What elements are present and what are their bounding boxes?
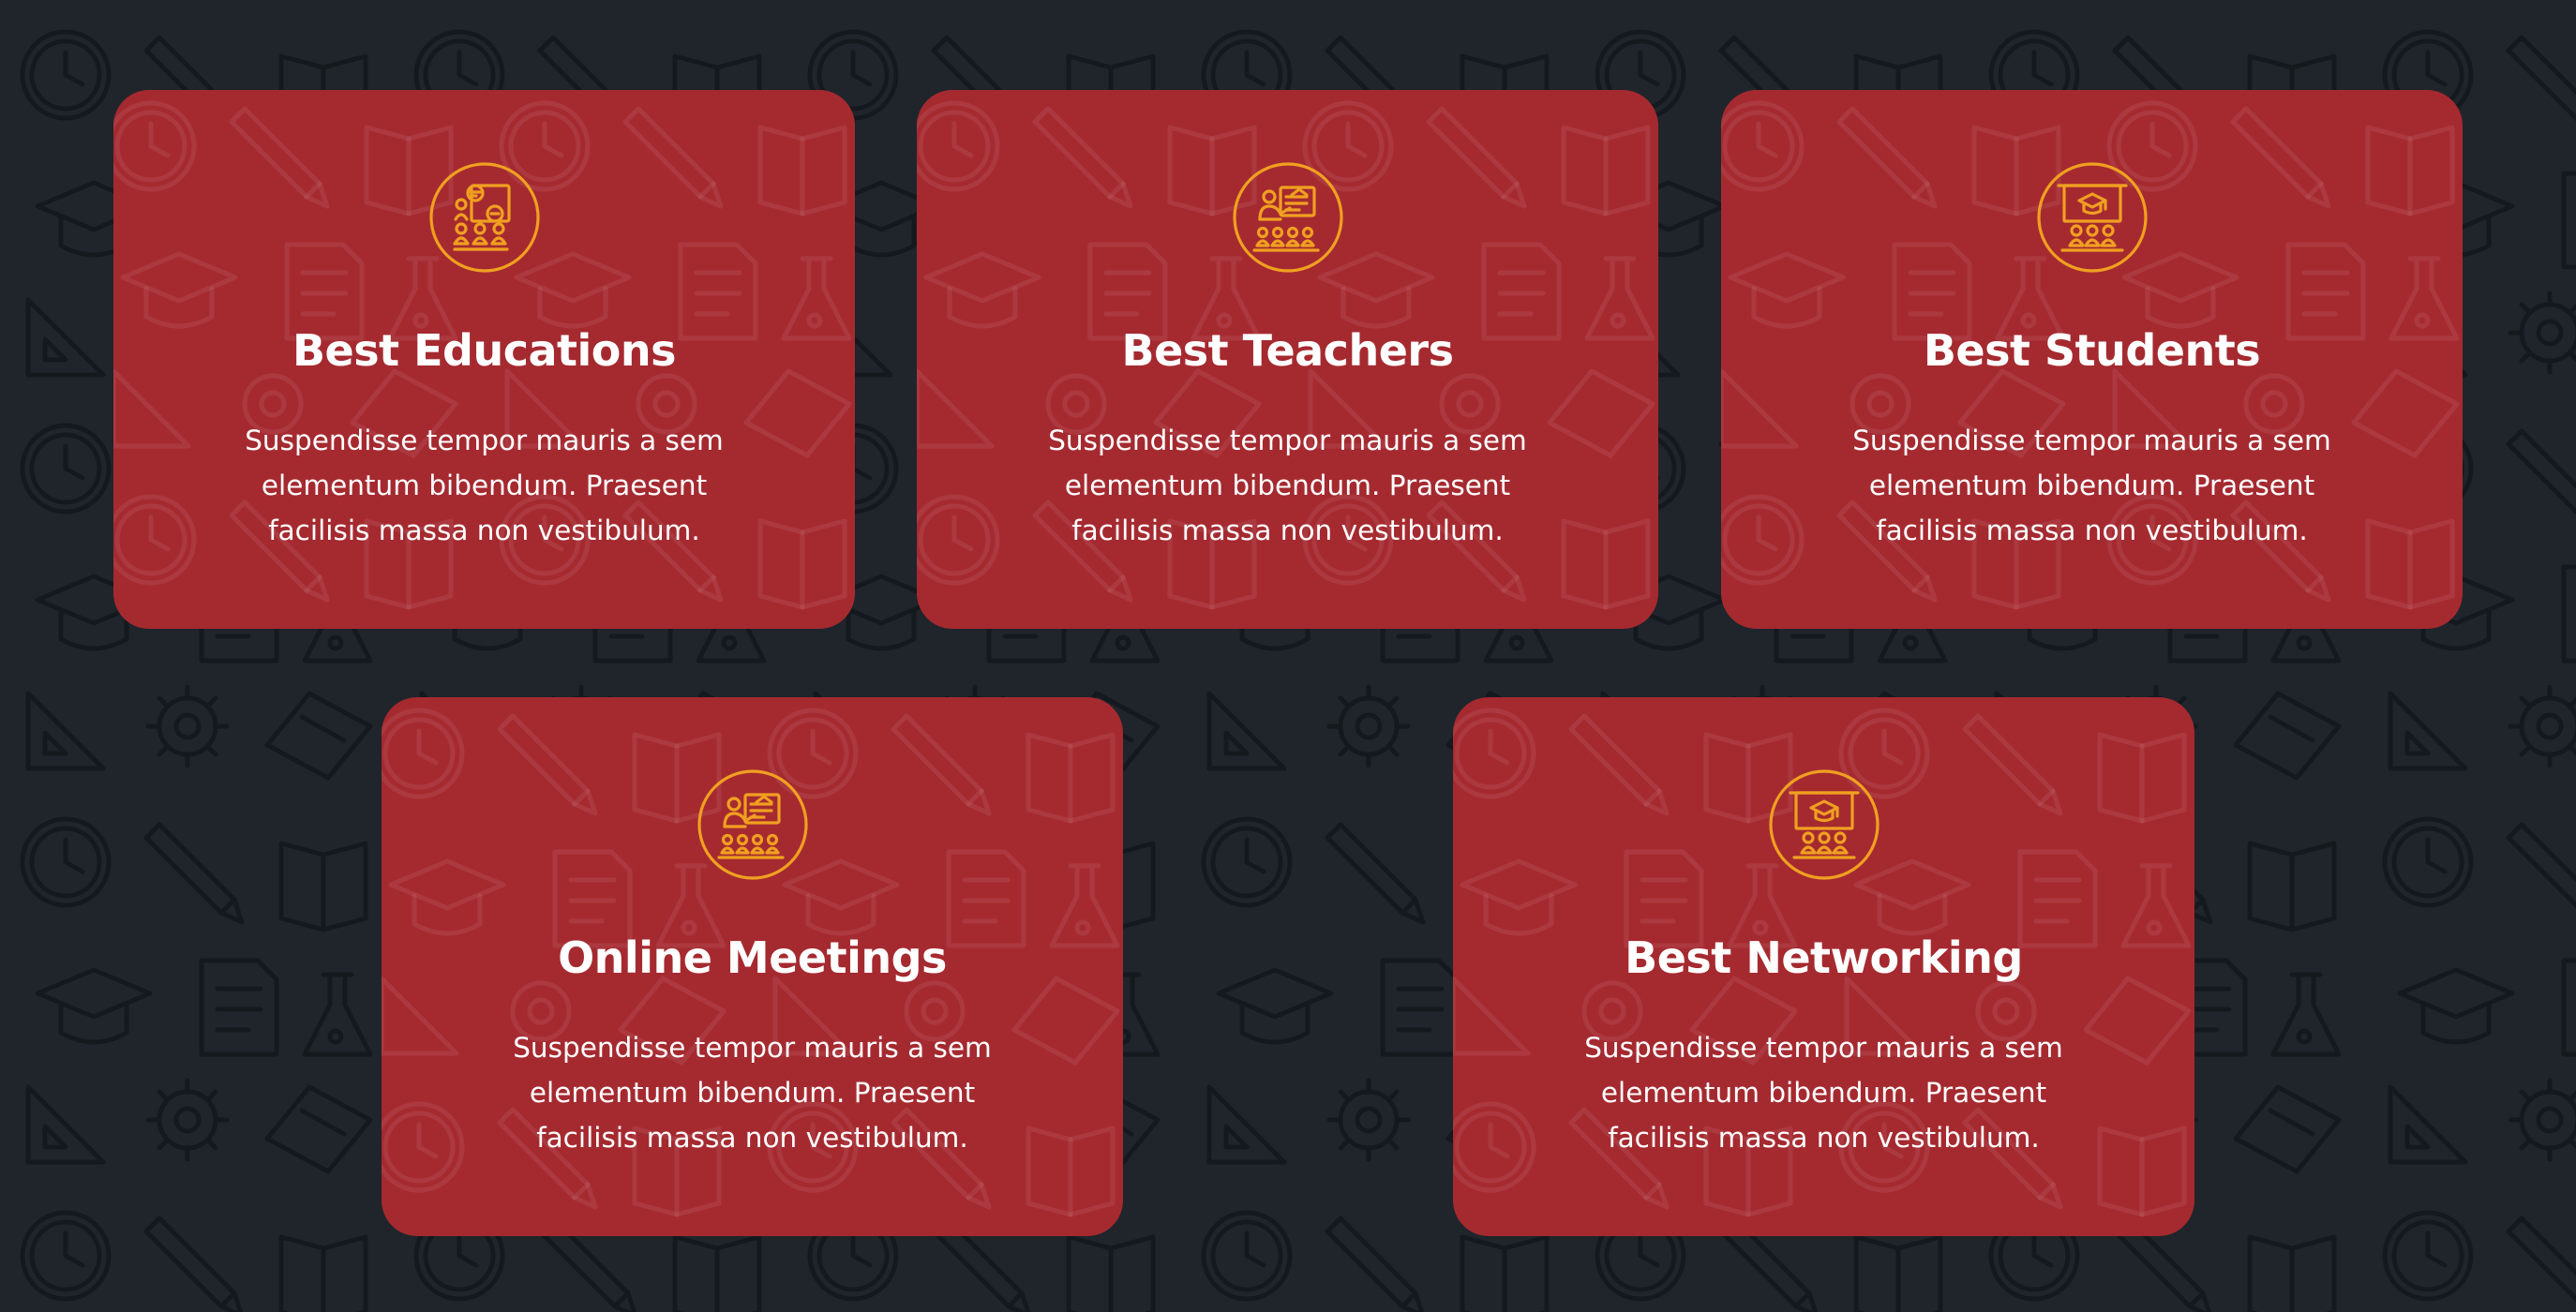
feature-title: Best Teachers <box>1121 325 1454 376</box>
teacher-presentation-icon <box>1232 161 1344 274</box>
feature-description: Suspendisse tempor mauris a sem elementu… <box>245 425 724 546</box>
feature-title: Best Students <box>1923 325 2261 376</box>
feature-card-best-teachers[interactable]: Best Teachers Suspendisse tempor mauris … <box>917 90 1658 629</box>
feature-description: Suspendisse tempor mauris a sem elementu… <box>513 1032 992 1154</box>
feature-card-best-educations[interactable]: Best Educations Suspendisse tempor mauri… <box>113 90 855 629</box>
feature-card-online-meetings[interactable]: Online Meetings Suspendisse tempor mauri… <box>382 697 1123 1236</box>
teacher-presentation-icon <box>696 768 809 881</box>
feature-card-best-students[interactable]: Best Students Suspendisse tempor mauris … <box>1721 90 2463 629</box>
graduation-board-icon <box>1768 768 1880 881</box>
feature-description: Suspendisse tempor mauris a sem elementu… <box>1852 425 2331 546</box>
features-section: Best Educations Suspendisse tempor mauri… <box>0 0 2576 1312</box>
feature-card-best-networking[interactable]: Best Networking Suspendisse tempor mauri… <box>1453 697 2194 1236</box>
feature-title: Best Networking <box>1625 932 2023 983</box>
feature-description: Suspendisse tempor mauris a sem elementu… <box>1584 1032 2063 1154</box>
feature-title: Online Meetings <box>558 932 947 983</box>
classroom-discussion-icon <box>428 161 541 274</box>
feature-title: Best Educations <box>292 325 677 376</box>
feature-description: Suspendisse tempor mauris a sem elementu… <box>1048 425 1527 546</box>
graduation-board-icon <box>2036 161 2149 274</box>
